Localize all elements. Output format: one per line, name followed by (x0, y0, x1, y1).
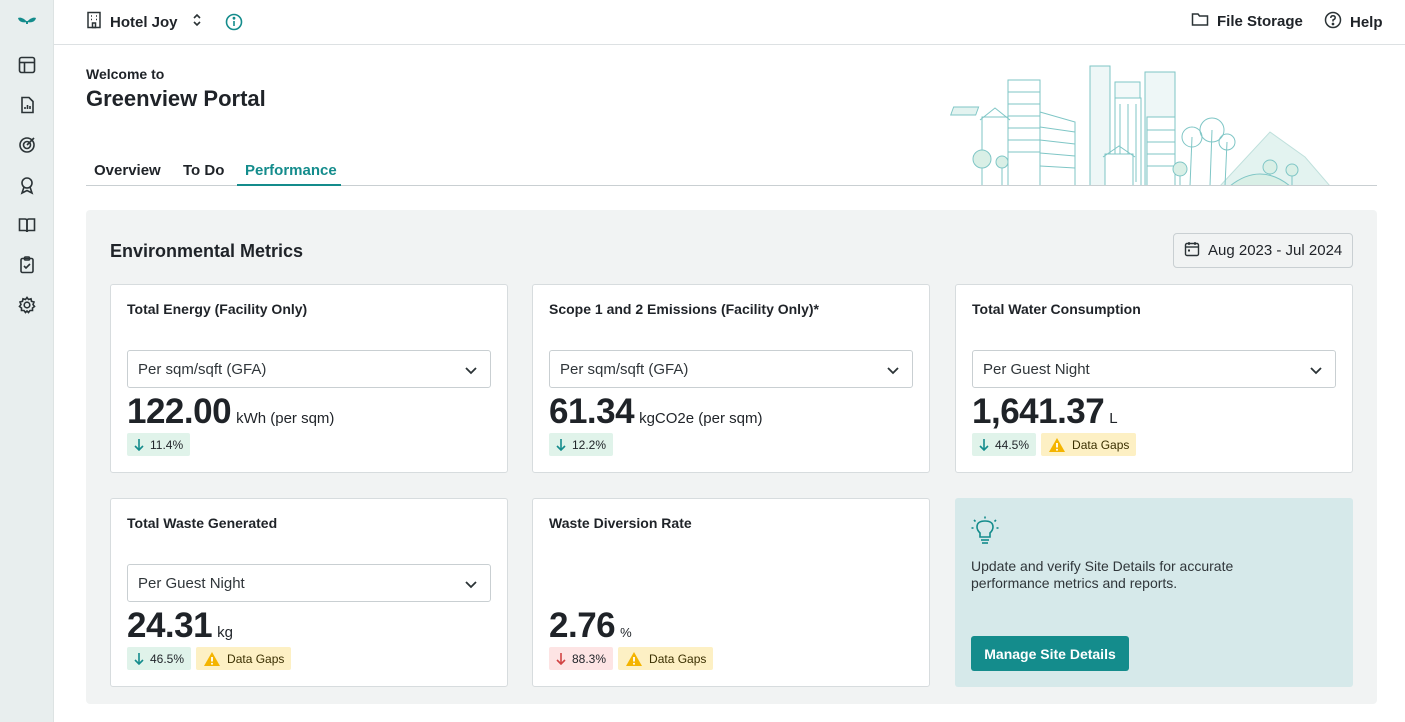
arrow-down-icon (556, 439, 566, 451)
warning-icon (204, 651, 221, 666)
file-storage-label: File Storage (1217, 12, 1303, 30)
change-badge: 11.4% (127, 433, 191, 456)
arrow-down-icon (556, 653, 566, 665)
tab-overview[interactable]: Overview (94, 162, 161, 186)
change-value: 88.3% (572, 651, 607, 666)
site-name: Hotel Joy (110, 13, 178, 31)
help-icon (1324, 11, 1342, 33)
metric-value-row: 1,641.37 L (972, 392, 1118, 432)
section-title: Environmental Metrics (110, 241, 304, 261)
card-title: Total Energy (Facility Only) (127, 301, 308, 317)
calendar-icon (1184, 241, 1200, 261)
metric-value-row: 24.31 kg (127, 606, 233, 646)
tab-performance[interactable]: Performance (237, 162, 341, 186)
site-switcher[interactable]: Hotel Joy (86, 11, 202, 33)
building-icon (86, 11, 102, 34)
metric-value-row: 2.76 % (549, 606, 632, 646)
metric-unit: L (1109, 410, 1118, 427)
metric-value: 1,641.37 (972, 392, 1105, 431)
change-badge: 88.3% (549, 647, 614, 670)
help-link[interactable]: Help (1324, 11, 1383, 33)
metric-unit: kgCO2e (per sqm) (639, 410, 763, 427)
normalization-select[interactable]: Per sqm/sqft (GFA) (549, 350, 913, 388)
metric-value: 24.31 (127, 606, 213, 645)
file-storage-link[interactable]: File Storage (1191, 11, 1303, 31)
logo-icon[interactable] (15, 8, 39, 32)
select-value: Per Guest Night (983, 360, 1090, 378)
metric-card-scope-emissions: Scope 1 and 2 Emissions (Facility Only)*… (532, 284, 930, 473)
welcome-subtitle: Welcome to (86, 66, 165, 82)
chevron-down-icon (465, 367, 477, 375)
metric-card-waste-diversion: Waste Diversion Rate 2.76 % 88.3% Data G… (532, 498, 930, 687)
chevron-down-icon (887, 367, 899, 375)
metric-value: 61.34 (549, 392, 635, 431)
metric-card-total-energy: Total Energy (Facility Only) Per sqm/sqf… (110, 284, 508, 473)
data-gaps-badge[interactable]: Data Gaps (1041, 433, 1137, 456)
site-details-tip-card: Update and verify Site Details for accur… (955, 498, 1353, 687)
data-gaps-label: Data Gaps (649, 651, 707, 666)
data-gaps-badge[interactable]: Data Gaps (618, 647, 714, 670)
warning-icon (626, 651, 643, 666)
date-range-picker[interactable]: Aug 2023 - Jul 2024 (1173, 233, 1353, 268)
top-bar: Hotel Joy File Storage Help (54, 0, 1405, 45)
metric-card-waste-generated: Total Waste Generated Per Guest Night 24… (110, 498, 508, 687)
change-value: 46.5% (150, 651, 185, 666)
select-value: Per sqm/sqft (GFA) (138, 360, 267, 378)
normalization-select[interactable]: Per Guest Night (127, 564, 491, 602)
change-badge: 46.5% (127, 647, 192, 670)
metric-value-row: 122.00 kWh (per sqm) (127, 392, 334, 432)
change-value: 11.4% (150, 437, 184, 452)
change-badge: 44.5% (972, 433, 1037, 456)
folder-icon (1191, 11, 1209, 31)
metric-card-water-consumption: Total Water Consumption Per Guest Night … (955, 284, 1353, 473)
metric-value: 2.76 (549, 606, 616, 645)
page-title: Greenview Portal (86, 86, 266, 111)
tab-bar: Overview To Do Performance (86, 158, 1377, 186)
chevron-down-icon (1310, 367, 1322, 375)
select-value: Per Guest Night (138, 574, 245, 592)
gear-icon[interactable] (15, 293, 39, 317)
metric-unit: kg (217, 624, 233, 641)
arrow-down-icon (979, 439, 989, 451)
manage-site-details-button[interactable]: Manage Site Details (971, 636, 1129, 671)
tip-text: Update and verify Site Details for accur… (971, 558, 1234, 591)
data-gaps-label: Data Gaps (227, 651, 285, 666)
data-gaps-badge[interactable]: Data Gaps (196, 647, 292, 670)
date-range-label: Aug 2023 - Jul 2024 (1208, 242, 1343, 259)
change-value: 12.2% (572, 437, 607, 452)
book-icon[interactable] (15, 213, 39, 237)
report-icon[interactable] (15, 93, 39, 117)
chevron-updown-icon (192, 12, 202, 33)
normalization-select[interactable]: Per Guest Night (972, 350, 1336, 388)
metric-value-row: 61.34 kgCO2e (per sqm) (549, 392, 762, 432)
lightbulb-icon (971, 516, 999, 544)
metric-value: 122.00 (127, 392, 232, 431)
metric-unit: % (620, 625, 632, 640)
arrow-down-icon (134, 439, 144, 451)
card-title: Waste Diversion Rate (549, 515, 692, 531)
help-label: Help (1350, 13, 1383, 31)
info-icon[interactable] (224, 12, 244, 32)
card-title: Total Waste Generated (127, 515, 278, 531)
card-title: Total Water Consumption (972, 301, 1141, 317)
normalization-select[interactable]: Per sqm/sqft (GFA) (127, 350, 491, 388)
warning-icon (1049, 437, 1066, 452)
card-title: Scope 1 and 2 Emissions (Facility Only)* (549, 301, 819, 317)
sidebar (0, 0, 54, 722)
arrow-down-icon (134, 653, 144, 665)
data-gaps-label: Data Gaps (1072, 437, 1130, 452)
clipboard-check-icon[interactable] (15, 253, 39, 277)
change-badge: 12.2% (549, 433, 614, 456)
environmental-metrics-panel: Environmental Metrics Aug 2023 - Jul 202… (86, 210, 1377, 704)
award-icon[interactable] (15, 173, 39, 197)
change-value: 44.5% (995, 437, 1030, 452)
table-icon[interactable] (15, 53, 39, 77)
select-value: Per sqm/sqft (GFA) (560, 360, 689, 378)
metric-unit: kWh (per sqm) (236, 410, 335, 427)
chevron-down-icon (465, 581, 477, 589)
target-icon[interactable] (15, 133, 39, 157)
tab-to-do[interactable]: To Do (183, 162, 224, 186)
